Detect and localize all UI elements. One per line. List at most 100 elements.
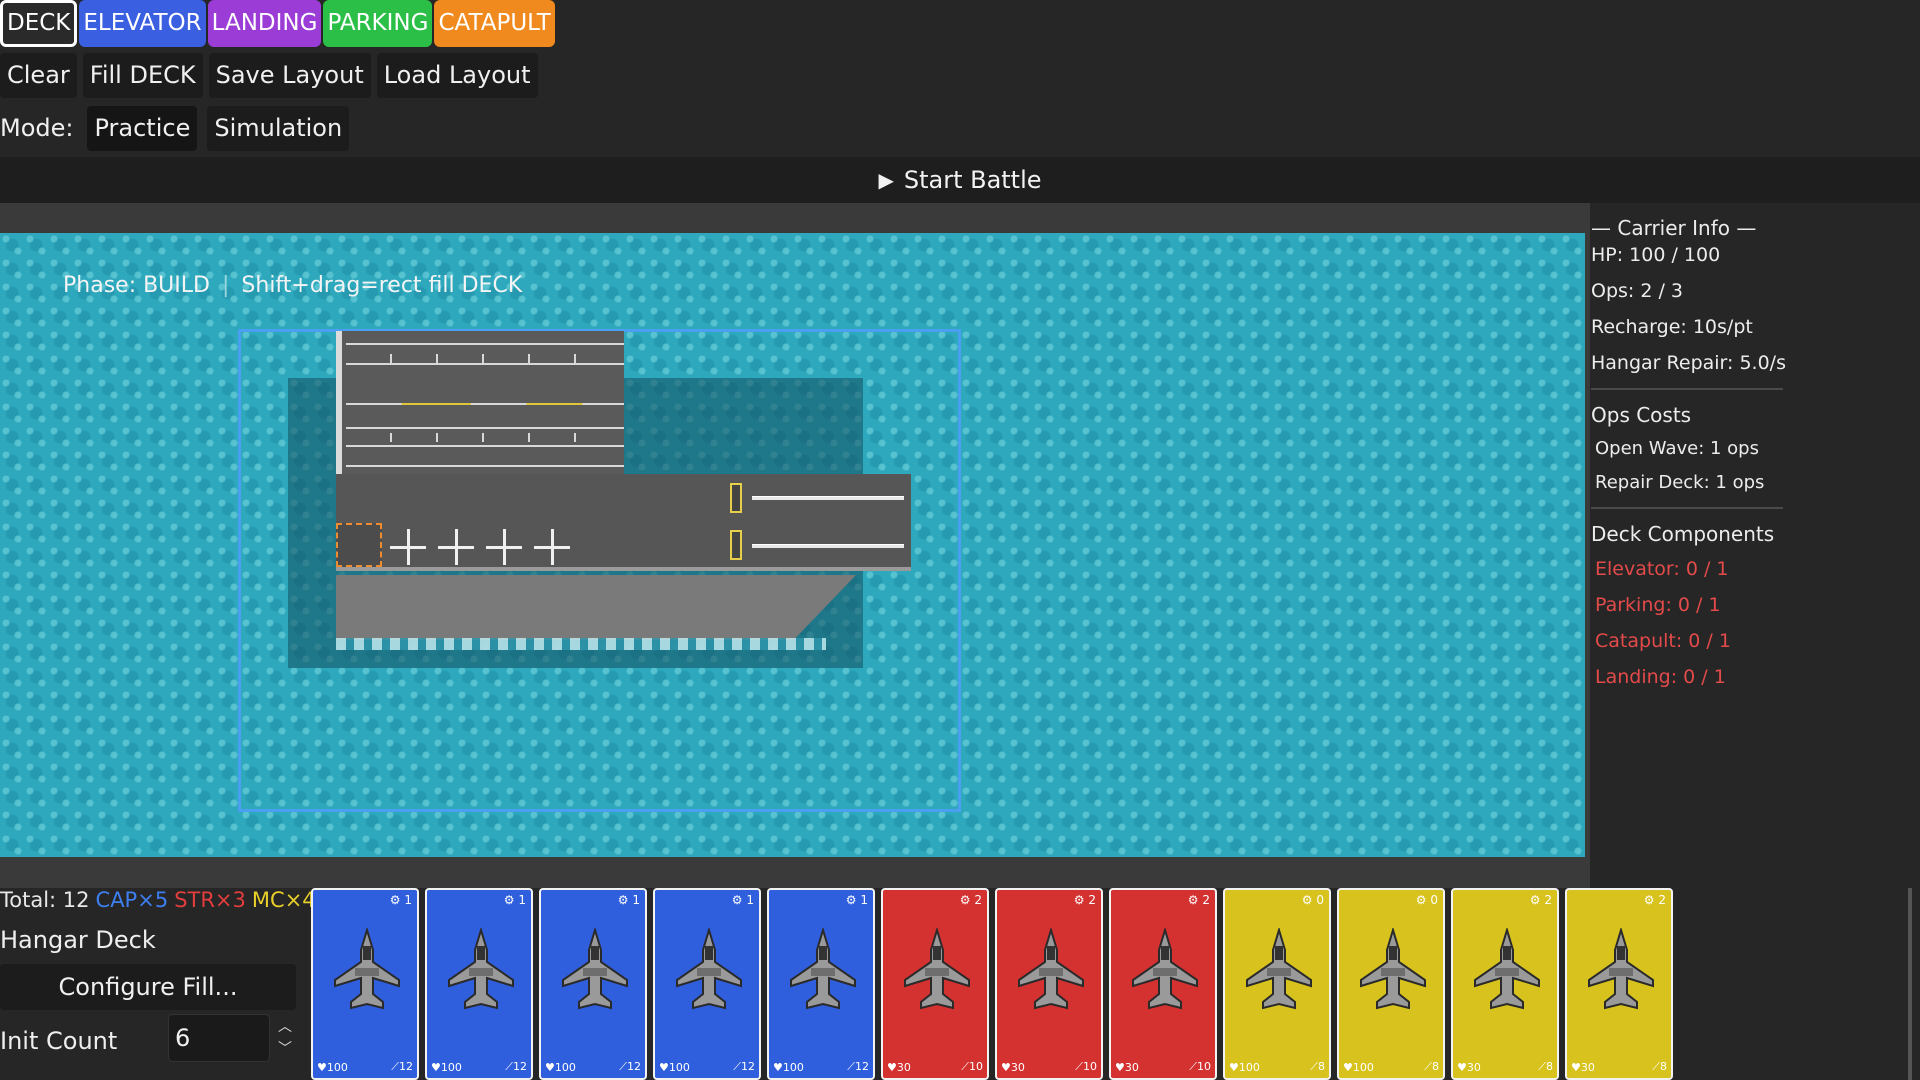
hp-badge: ♥30 bbox=[1571, 1061, 1595, 1074]
practice-mode-button[interactable]: Practice bbox=[87, 106, 198, 151]
hp-badge: ♥100 bbox=[317, 1061, 348, 1074]
carrier-runway[interactable] bbox=[336, 331, 624, 474]
ocean-grid[interactable]: Phase: BUILD | Shift+drag=rect fill DECK bbox=[0, 233, 1585, 857]
cost-badge: ⚙ 1 bbox=[389, 893, 412, 907]
hangar-deck-label: Hangar Deck bbox=[0, 926, 156, 954]
mc-count: MC×4 bbox=[251, 888, 316, 912]
hp-badge: ♥30 bbox=[887, 1061, 911, 1074]
aircraft-card-cap[interactable]: ⚙ 1 ♥100 ⟋12 bbox=[767, 888, 875, 1080]
cost-badge: ⚙ 0 bbox=[1415, 893, 1438, 907]
carrier-hull bbox=[336, 575, 856, 640]
hp-stat: HP: 100 / 100 bbox=[1591, 244, 1721, 266]
phase-status: Phase: BUILD | Shift+drag=rect fill DECK bbox=[63, 273, 522, 298]
cost-badge: ⚙ 0 bbox=[1301, 893, 1324, 907]
load-layout-button[interactable]: Load Layout bbox=[376, 53, 538, 98]
catapult-count: Catapult: 0 / 1 bbox=[1595, 630, 1731, 652]
aircraft-card-mc[interactable]: ⚙ 0 ♥100 ⟋8 bbox=[1337, 888, 1445, 1080]
aircraft-card-cap[interactable]: ⚙ 1 ♥100 ⟋12 bbox=[311, 888, 419, 1080]
cost-badge: ⚙ 2 bbox=[1643, 893, 1666, 907]
wake-foam bbox=[336, 638, 826, 650]
aircraft-card-cap[interactable]: ⚙ 1 ♥100 ⟋12 bbox=[653, 888, 761, 1080]
selected-tile[interactable] bbox=[336, 523, 382, 567]
ops-costs-title: Ops Costs bbox=[1591, 403, 1692, 427]
cost-badge: ⚙ 1 bbox=[503, 893, 526, 907]
aircraft-totals: Total: 12 CAP×5 STR×3 MC×4 bbox=[0, 888, 322, 912]
jet-icon bbox=[1131, 926, 1199, 1014]
aircraft-card-str[interactable]: ⚙ 2 ♥30 ⟋10 bbox=[1109, 888, 1217, 1080]
init-count-input[interactable] bbox=[168, 1014, 270, 1062]
plus-icon[interactable] bbox=[436, 527, 476, 567]
ops-stat: Ops: 2 / 3 bbox=[1591, 280, 1684, 302]
recharge-stat: Recharge: 10s/pt bbox=[1591, 316, 1753, 338]
cost-badge: ⚙ 2 bbox=[1529, 893, 1552, 907]
cost-badge: ⚙ 2 bbox=[1073, 893, 1096, 907]
toolbar: Clear Fill DECK Save Layout Load Layout bbox=[0, 53, 538, 98]
attack-badge: ⟋8 bbox=[1652, 1060, 1667, 1073]
plus-icon[interactable] bbox=[532, 527, 572, 567]
configure-fill-button[interactable]: Configure Fill... bbox=[0, 964, 296, 1010]
total-count: Total: 12 bbox=[0, 888, 90, 912]
tab-catapult[interactable]: CATAPULT bbox=[434, 0, 555, 47]
tab-deck[interactable]: DECK bbox=[0, 0, 78, 47]
tab-elevator[interactable]: ELEVATOR bbox=[79, 0, 206, 47]
hangar-repair-stat: Hangar Repair: 5.0/s bbox=[1591, 352, 1786, 374]
hp-badge: ♥30 bbox=[1001, 1061, 1025, 1074]
clear-button[interactable]: Clear bbox=[0, 53, 77, 98]
hp-badge: ♥100 bbox=[773, 1061, 804, 1074]
attack-badge: ⟋12 bbox=[619, 1060, 641, 1073]
tile-type-tabs: DECK ELEVATOR LANDING PARKING CATAPULT bbox=[0, 0, 555, 47]
deck-components-title: Deck Components bbox=[1591, 522, 1775, 546]
plus-icon[interactable] bbox=[484, 527, 524, 567]
aircraft-card-mc[interactable]: ⚙ 0 ♥100 ⟋8 bbox=[1223, 888, 1331, 1080]
str-count: STR×3 bbox=[174, 888, 246, 912]
open-wave-cost: Open Wave: 1 ops bbox=[1595, 438, 1759, 459]
mode-row: Mode: Practice Simulation bbox=[0, 106, 350, 151]
aircraft-card-str[interactable]: ⚙ 2 ♥30 ⟋10 bbox=[995, 888, 1103, 1080]
jet-icon bbox=[1017, 926, 1085, 1014]
jet-icon bbox=[903, 926, 971, 1014]
jet-icon bbox=[561, 926, 629, 1014]
cost-badge: ⚙ 2 bbox=[959, 893, 982, 907]
attack-badge: ⟋12 bbox=[391, 1060, 413, 1073]
mode-label: Mode: bbox=[0, 114, 74, 142]
aircraft-card-mc[interactable]: ⚙ 2 ♥30 ⟋8 bbox=[1565, 888, 1673, 1080]
game-viewport: Phase: BUILD | Shift+drag=rect fill DECK bbox=[0, 203, 1590, 890]
hp-badge: ♥100 bbox=[545, 1061, 576, 1074]
plus-icon[interactable] bbox=[388, 527, 428, 567]
aircraft-card-cap[interactable]: ⚙ 1 ♥100 ⟋12 bbox=[539, 888, 647, 1080]
carrier-info-panel: — Carrier Info — HP: 100 / 100 Ops: 2 / … bbox=[1590, 203, 1920, 890]
phase-text: Phase: BUILD bbox=[63, 273, 210, 298]
cost-badge: ⚙ 1 bbox=[845, 893, 868, 907]
simulation-mode-button[interactable]: Simulation bbox=[207, 106, 350, 151]
divider bbox=[1591, 388, 1783, 390]
fill-deck-button[interactable]: Fill DECK bbox=[82, 53, 203, 98]
attack-badge: ⟋8 bbox=[1310, 1060, 1325, 1073]
start-battle-button[interactable]: ▶ Start Battle bbox=[0, 157, 1920, 203]
tab-landing[interactable]: LANDING bbox=[207, 0, 322, 47]
phase-separator: | bbox=[221, 273, 230, 298]
attack-badge: ⟋12 bbox=[505, 1060, 527, 1073]
chevron-down-icon[interactable]: ﹀ bbox=[276, 1038, 294, 1060]
attack-badge: ⟋12 bbox=[847, 1060, 869, 1073]
aircraft-card-cap[interactable]: ⚙ 1 ♥100 ⟋12 bbox=[425, 888, 533, 1080]
attack-badge: ⟋10 bbox=[1189, 1060, 1211, 1073]
tab-parking[interactable]: PARKING bbox=[323, 0, 433, 47]
catapult-track bbox=[752, 496, 904, 500]
aircraft-card-str[interactable]: ⚙ 2 ♥30 ⟋10 bbox=[881, 888, 989, 1080]
hangar-scrollbar[interactable] bbox=[1908, 888, 1912, 1080]
attack-badge: ⟋8 bbox=[1424, 1060, 1439, 1073]
cost-badge: ⚙ 2 bbox=[1187, 893, 1210, 907]
init-count-label: Init Count bbox=[0, 1027, 118, 1055]
chevron-up-icon[interactable]: ︿ bbox=[276, 1016, 294, 1038]
hp-badge: ♥30 bbox=[1457, 1061, 1481, 1074]
start-battle-label: Start Battle bbox=[903, 166, 1042, 194]
save-layout-button[interactable]: Save Layout bbox=[208, 53, 371, 98]
jet-icon bbox=[1359, 926, 1427, 1014]
attack-badge: ⟋10 bbox=[1075, 1060, 1097, 1073]
hp-badge: ♥100 bbox=[1229, 1061, 1260, 1074]
attack-badge: ⟋10 bbox=[961, 1060, 983, 1073]
catapult-marker bbox=[730, 483, 742, 513]
init-count-spinner[interactable]: ︿ ﹀ bbox=[276, 1016, 294, 1060]
catapult-marker bbox=[730, 530, 742, 560]
aircraft-card-mc[interactable]: ⚙ 2 ♥30 ⟋8 bbox=[1451, 888, 1559, 1080]
